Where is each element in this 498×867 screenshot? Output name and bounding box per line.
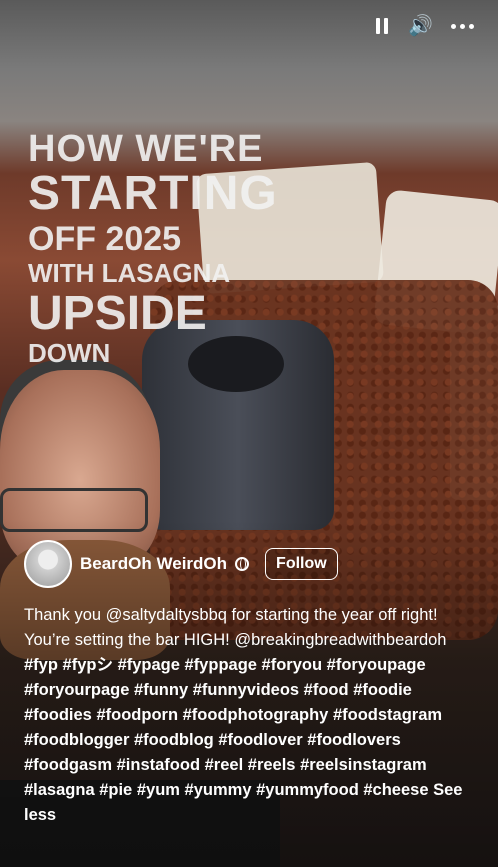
hashtag-link[interactable]: #food <box>304 681 349 699</box>
overlay-line: OFF 2025 <box>28 220 182 258</box>
post-description: Thank you @saltydaltysbbq for starting t… <box>24 603 480 828</box>
overlay-line: UPSIDE <box>28 287 207 340</box>
overlay-line: WITH LASAGNA <box>28 258 231 288</box>
hashtag-link[interactable]: #cheese <box>363 781 428 799</box>
hashtag-list: #fyp #fypシ #fypage #fyppage #foryou #for… <box>24 656 442 799</box>
author-name[interactable]: BeardOh WeirdOh <box>80 554 227 574</box>
volume-icon[interactable]: 🔊 <box>408 14 433 38</box>
hashtag-link[interactable]: #foodporn <box>96 706 178 724</box>
hashtag-link[interactable]: #yummyfood <box>256 781 359 799</box>
overlay-line: HOW WE'RE <box>28 128 264 170</box>
hashtag-link[interactable]: #foodies <box>24 706 92 724</box>
hashtag-link[interactable]: #foodstagram <box>333 706 442 724</box>
hashtag-link[interactable]: #funny <box>134 681 188 699</box>
hashtag-link[interactable]: #foodphotography <box>183 706 329 724</box>
more-icon[interactable] <box>451 23 474 29</box>
hashtag-link[interactable]: #foodlover <box>218 731 302 749</box>
follow-button[interactable]: Follow <box>265 548 338 580</box>
hashtag-link[interactable]: #reel <box>205 756 244 774</box>
hashtag-link[interactable]: #fyppage <box>185 656 257 674</box>
hashtag-link[interactable]: #fypage <box>118 656 180 674</box>
hashtag-link[interactable]: #fypシ <box>63 656 113 674</box>
hashtag-link[interactable]: #foodblogger <box>24 731 129 749</box>
hashtag-link[interactable]: #foodblog <box>134 731 214 749</box>
author-row: BeardOh WeirdOh Follow <box>24 540 338 588</box>
description-text: Thank you @saltydaltysbbq for starting t… <box>24 606 447 649</box>
hashtag-link[interactable]: #reels <box>248 756 296 774</box>
hashtag-link[interactable]: #fyp <box>24 656 58 674</box>
hashtag-link[interactable]: #foodie <box>353 681 412 699</box>
video-text-overlay: HOW WE'RE STARTING OFF 2025 WITH LASAGNA… <box>28 130 278 366</box>
overlay-line: DOWN <box>28 338 111 368</box>
reel-video[interactable]: 🔊 HOW WE'RE STARTING OFF 2025 WITH LASAG… <box>0 0 498 867</box>
pause-icon[interactable] <box>376 18 390 34</box>
hashtag-link[interactable]: #yummy <box>185 781 252 799</box>
hashtag-link[interactable]: #foodgasm <box>24 756 112 774</box>
hashtag-link[interactable]: #foryourpage <box>24 681 129 699</box>
hashtag-link[interactable]: #instafood <box>117 756 200 774</box>
hashtag-link[interactable]: #reelsinstagram <box>300 756 427 774</box>
hashtag-link[interactable]: #funnyvideos <box>193 681 299 699</box>
avatar[interactable] <box>24 540 72 588</box>
hashtag-link[interactable]: #yum <box>137 781 180 799</box>
hashtag-link[interactable]: #pie <box>99 781 132 799</box>
hashtag-link[interactable]: #lasagna <box>24 781 95 799</box>
player-controls: 🔊 <box>376 14 474 38</box>
hashtag-link[interactable]: #foodlovers <box>307 731 401 749</box>
hashtag-link[interactable]: #foryoupage <box>327 656 426 674</box>
globe-icon <box>235 557 250 571</box>
overlay-line: STARTING <box>28 167 278 220</box>
hashtag-link[interactable]: #foryou <box>262 656 323 674</box>
